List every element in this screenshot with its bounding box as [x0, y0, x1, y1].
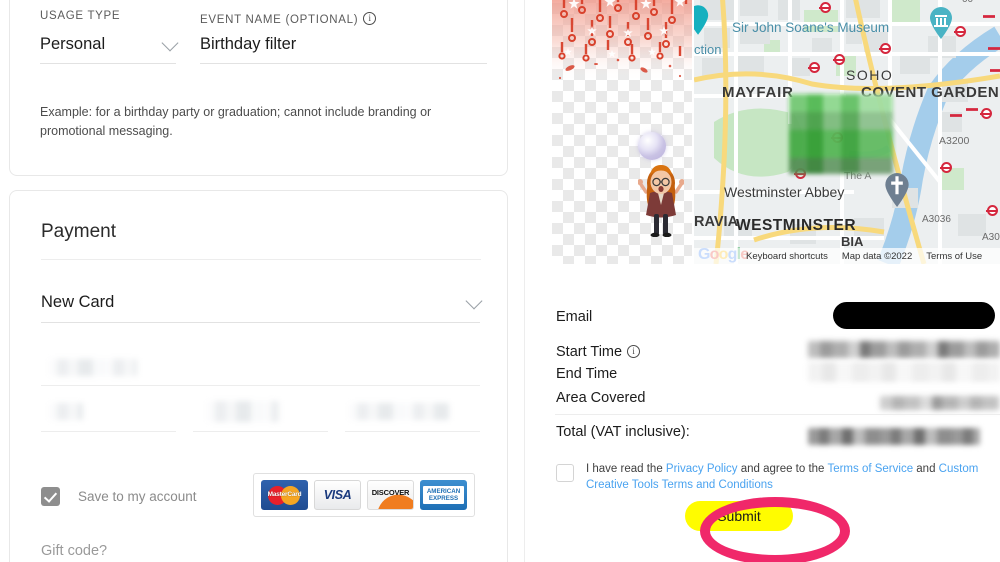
summary-row-start-time: Start Time — [556, 343, 641, 361]
mastercard-icon: MasterCard — [261, 480, 308, 510]
area-covered-value-redaction — [880, 396, 1000, 410]
church-pin-icon — [885, 173, 909, 207]
usage-type-card: USAGE TYPE Personal EVENT NAME (OPTIONAL… — [9, 0, 508, 176]
card-cvc-redaction — [207, 401, 279, 422]
terms-row[interactable]: I have read the Privacy Policy and agree… — [556, 462, 1000, 493]
event-name-value: Birthday filter — [200, 35, 297, 53]
email-value-redaction — [833, 302, 995, 329]
mastercard-label: MasterCard — [267, 491, 302, 498]
card-expiry-underline — [41, 431, 176, 432]
event-name-label-wrap: EVENT NAME (OPTIONAL) — [200, 10, 377, 28]
summary-label-area-covered: Area Covered — [556, 390, 646, 406]
tube-station-icon — [808, 62, 820, 73]
map-data-label: Map data ©2022 — [841, 250, 913, 262]
terms-of-service-link[interactable]: Terms of Service — [827, 463, 913, 475]
summary-label-email: Email — [556, 309, 593, 325]
info-icon[interactable] — [627, 345, 641, 358]
total-value-redaction — [808, 428, 980, 445]
tube-station-icon — [980, 108, 992, 119]
poi-pin-icon — [694, 5, 709, 35]
summary-label-end-time: End Time — [556, 366, 618, 382]
privacy-policy-link[interactable]: Privacy Policy — [666, 463, 738, 475]
discover-icon: DISCOVER — [367, 480, 414, 510]
start-time-value-redaction — [808, 341, 1000, 358]
submit-button[interactable]: Submit — [685, 501, 793, 531]
end-time-value-redaction — [808, 362, 1000, 382]
terms-conjunction: and — [913, 463, 939, 475]
tube-station-icon — [940, 162, 952, 173]
card-zip-redaction — [349, 403, 449, 420]
summary-label-total: Total (VAT inclusive): — [556, 424, 690, 440]
right-column: Sir John Soane's Museum ction SOHO MAYFAIR C… — [525, 0, 1000, 562]
amex-label-line2: EXPRESS — [428, 495, 459, 502]
discover-label: DISCOVER — [371, 487, 410, 497]
filter-preview[interactable] — [552, 0, 692, 264]
tube-station-icon — [954, 26, 966, 37]
card-cvc-input[interactable] — [193, 401, 328, 432]
visa-label: VISA — [323, 488, 352, 502]
save-to-account-row[interactable]: Save to my account — [41, 487, 197, 506]
accepted-cards: MasterCard VISA DISCOVER AMERICAN EXPRES… — [253, 473, 475, 517]
card-details-row — [41, 401, 480, 432]
usage-helper-text: Example: for a birthday party or graduat… — [40, 105, 432, 139]
card-number-input[interactable] — [41, 359, 480, 386]
disco-ball-sticker — [638, 132, 666, 160]
card-zip-underline — [345, 431, 480, 432]
bitmoji-avatar — [638, 165, 684, 237]
card-expiry-redaction — [49, 403, 83, 420]
payment-title-divider — [41, 259, 481, 260]
card-number-underline — [41, 385, 480, 386]
card-select[interactable]: New Card — [41, 292, 483, 323]
amex-label-line1: AMERICAN — [426, 487, 461, 495]
event-name-label: EVENT NAME (OPTIONAL) — [200, 14, 359, 26]
chevron-down-icon — [465, 292, 483, 310]
coverage-area-redaction — [789, 94, 893, 174]
payment-card: Payment New Card Save to my account Mast… — [9, 190, 508, 562]
save-to-account-label: Save to my account — [78, 489, 197, 504]
terms-middle: and agree to the — [737, 463, 828, 475]
tube-station-icon — [986, 205, 998, 216]
summary-label-start-time: Start Time — [556, 344, 623, 360]
card-number-redaction — [49, 359, 137, 376]
usage-type-select[interactable]: Personal — [40, 34, 179, 64]
museum-pin-icon — [930, 7, 952, 39]
visa-icon: VISA — [314, 480, 361, 510]
keyboard-shortcuts-link[interactable]: Keyboard shortcuts — [746, 251, 828, 262]
card-expiry-input[interactable] — [41, 403, 176, 432]
payment-title: Payment — [41, 221, 116, 242]
terms-checkbox[interactable] — [556, 464, 574, 482]
tube-station-icon — [833, 54, 845, 65]
save-to-account-checkbox[interactable] — [41, 487, 60, 506]
amex-icon: AMERICAN EXPRESS — [420, 480, 467, 510]
confetti-graphic — [552, 0, 692, 82]
gift-code-link[interactable]: Gift code? — [41, 543, 107, 559]
card-select-value: New Card — [41, 293, 115, 311]
terms-of-use-link[interactable]: Terms of Use — [926, 251, 982, 262]
card-cvc-underline — [193, 431, 328, 432]
tube-station-icon — [879, 43, 891, 54]
card-zip-input[interactable] — [345, 403, 480, 432]
usage-type-value: Personal — [40, 35, 106, 53]
summary-divider — [555, 414, 1000, 415]
usage-type-label: USAGE TYPE — [40, 10, 121, 22]
checkout-screen: USAGE TYPE Personal EVENT NAME (OPTIONAL… — [0, 0, 1000, 562]
map-attribution: Keyboard shortcuts Map data ©2022 Terms … — [694, 248, 1000, 264]
info-icon[interactable] — [363, 12, 377, 25]
chevron-down-icon — [161, 34, 179, 52]
usage-type-label-wrap: USAGE TYPE — [40, 10, 120, 22]
left-column: USAGE TYPE Personal EVENT NAME (OPTIONAL… — [0, 0, 525, 562]
terms-text: I have read the Privacy Policy and agree… — [586, 462, 1000, 493]
terms-prefix: I have read the — [586, 463, 666, 475]
coverage-map[interactable]: Sir John Soane's Museum ction SOHO MAYFAIR C… — [694, 0, 1000, 264]
tube-station-icon — [819, 2, 831, 13]
event-name-input[interactable]: Birthday filter — [200, 35, 487, 64]
